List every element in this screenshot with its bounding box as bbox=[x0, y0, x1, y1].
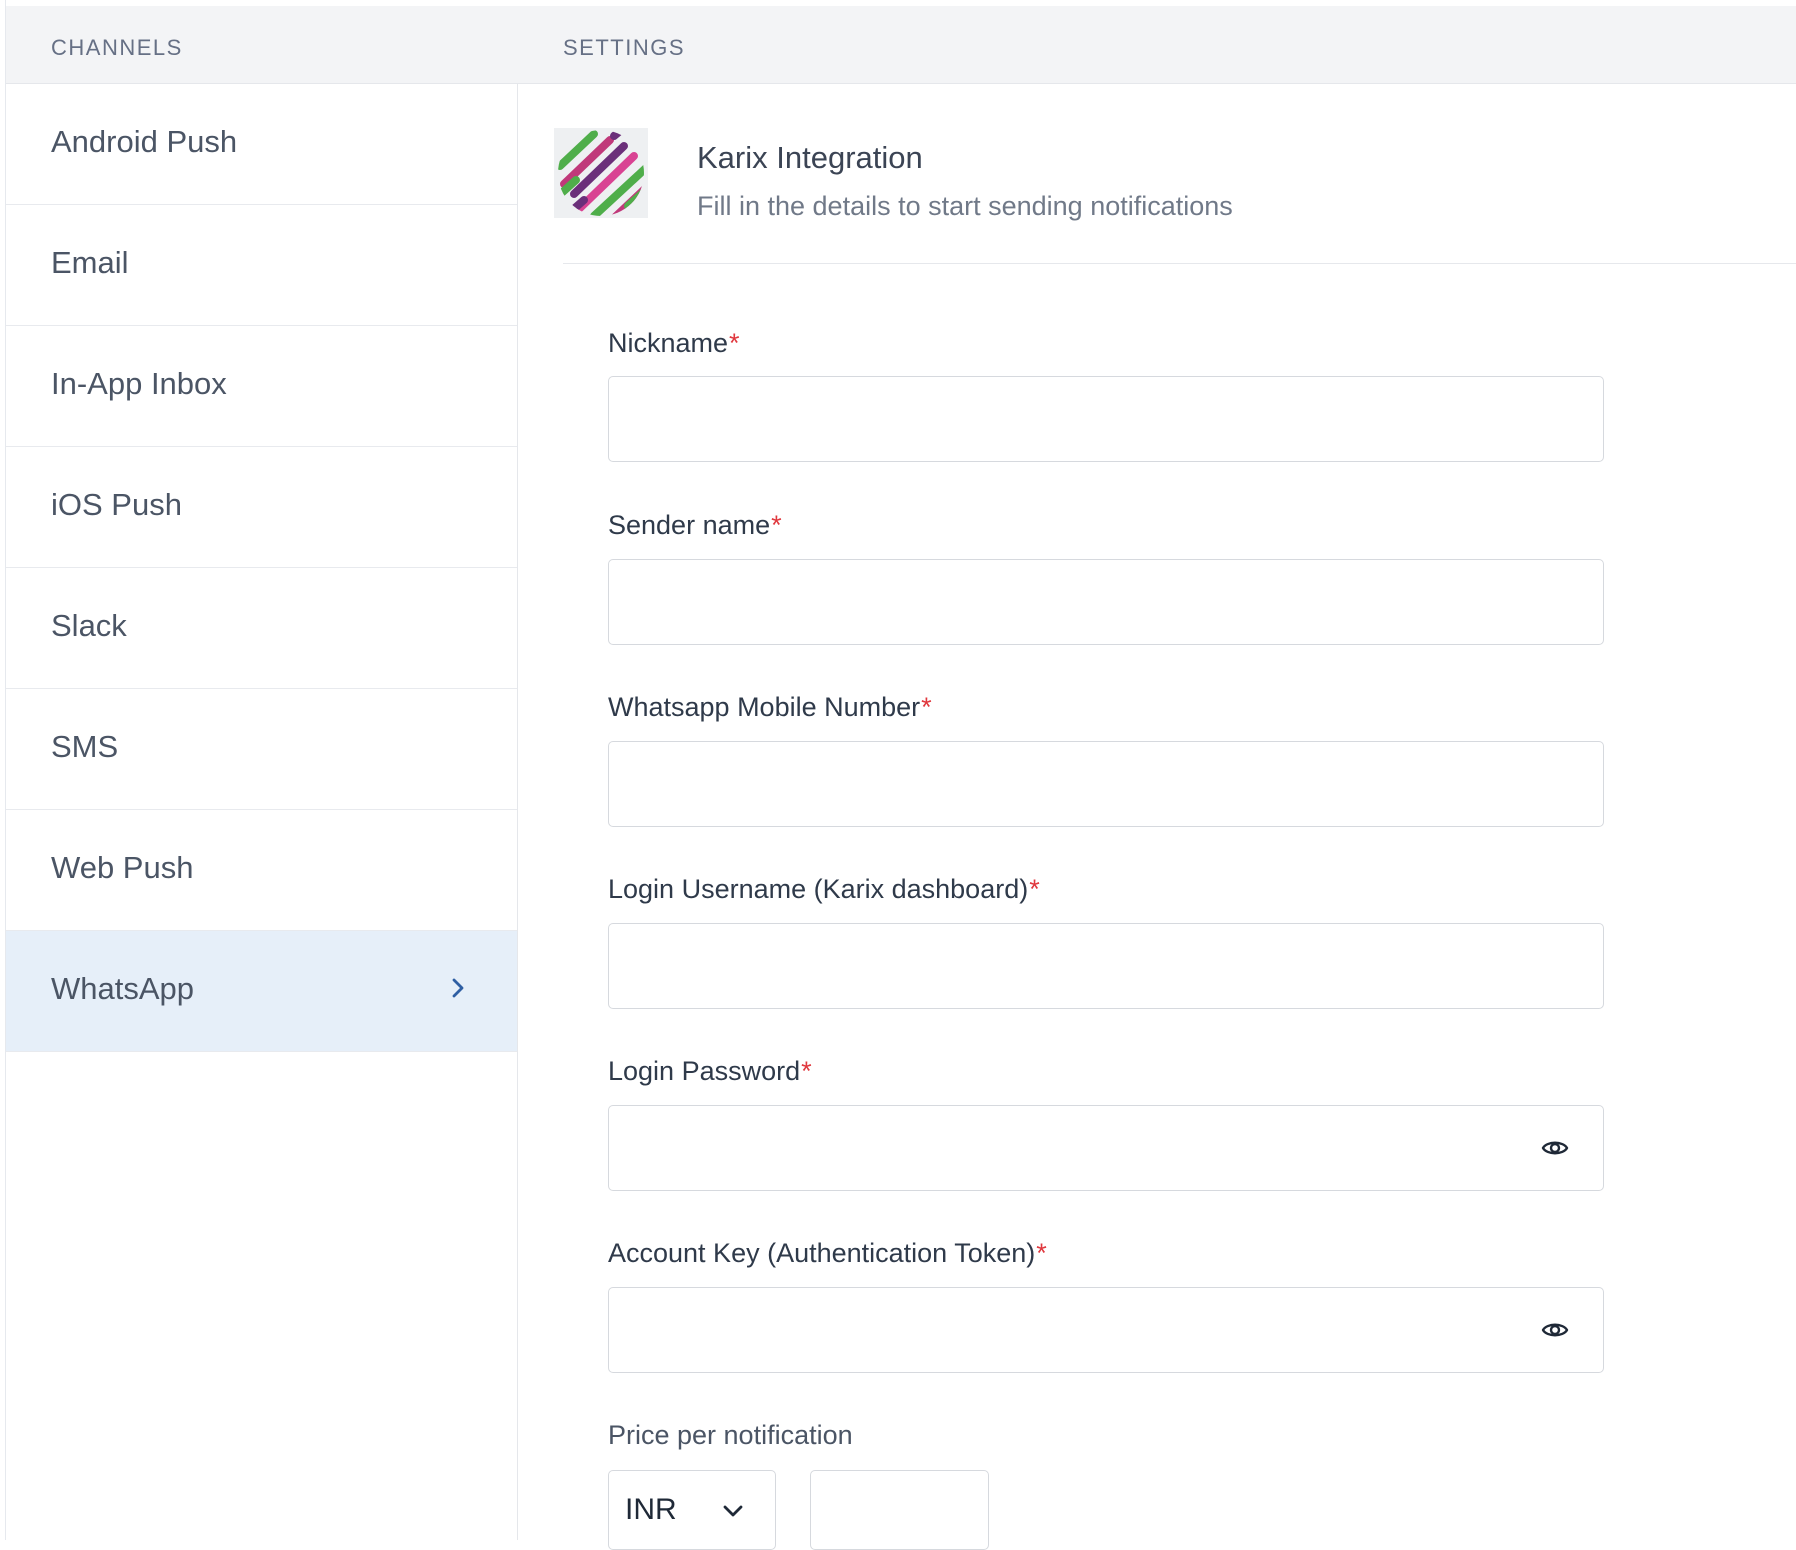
field-label-text: Login Password bbox=[608, 1056, 801, 1086]
sidebar-item-in-app-inbox[interactable]: In-App Inbox bbox=[6, 326, 517, 447]
price-per-notification-label: Price per notification bbox=[608, 1420, 853, 1450]
login-username-label: Login Username (Karix dashboard)* bbox=[608, 874, 1040, 905]
required-marker: * bbox=[1036, 1238, 1047, 1268]
column-header: CHANNELS SETTINGS bbox=[6, 6, 1796, 84]
channel-settings-app: CHANNELS SETTINGS Android Push Email In-… bbox=[5, 0, 1796, 1550]
channels-heading: CHANNELS bbox=[51, 35, 183, 60]
eye-icon[interactable] bbox=[1541, 1318, 1569, 1342]
header-divider bbox=[563, 263, 1796, 264]
sidebar-item-label: Android Push bbox=[51, 124, 238, 159]
sidebar-item-web-push[interactable]: Web Push bbox=[6, 810, 517, 931]
field-label-text: Sender name bbox=[608, 510, 771, 540]
sender-name-label: Sender name* bbox=[608, 510, 782, 541]
sidebar-item-label: Email bbox=[51, 245, 129, 280]
required-marker: * bbox=[729, 328, 740, 358]
sidebar-item-label: iOS Push bbox=[51, 487, 182, 522]
sidebar-item-ios-push[interactable]: iOS Push bbox=[6, 447, 517, 568]
price-field-box bbox=[810, 1470, 989, 1550]
settings-panel: Karix Integration Fill in the details to… bbox=[518, 84, 1796, 1550]
required-marker: * bbox=[771, 510, 782, 540]
field-label-text: Login Username (Karix dashboard) bbox=[608, 874, 1029, 904]
sidebar-item-email[interactable]: Email bbox=[6, 205, 517, 326]
chevron-right-icon bbox=[452, 978, 464, 998]
login-username-field-box bbox=[608, 923, 1604, 1009]
account-key-field-box bbox=[608, 1287, 1604, 1373]
account-key-input[interactable] bbox=[609, 1288, 1603, 1372]
sidebar-item-slack[interactable]: Slack bbox=[6, 568, 517, 689]
sidebar-item-label: Web Push bbox=[51, 850, 194, 885]
settings-heading: SETTINGS bbox=[563, 35, 686, 60]
nickname-label: Nickname* bbox=[608, 328, 740, 359]
whatsapp-number-input[interactable] bbox=[609, 742, 1603, 826]
nickname-field-box bbox=[608, 376, 1604, 462]
required-marker: * bbox=[801, 1056, 812, 1086]
chevron-down-icon bbox=[723, 1505, 743, 1517]
sender-name-field-box bbox=[608, 559, 1604, 645]
login-password-input[interactable] bbox=[609, 1106, 1603, 1190]
field-label-text: Nickname bbox=[608, 328, 729, 358]
sidebar-item-whatsapp[interactable]: WhatsApp bbox=[6, 931, 517, 1052]
login-password-label: Login Password* bbox=[608, 1056, 812, 1087]
required-marker: * bbox=[921, 692, 932, 722]
channels-sidebar: Android Push Email In-App Inbox iOS Push… bbox=[6, 84, 518, 1540]
eye-icon[interactable] bbox=[1541, 1136, 1569, 1160]
sender-name-input[interactable] bbox=[609, 560, 1603, 644]
nickname-input[interactable] bbox=[609, 377, 1603, 461]
currency-value: INR bbox=[625, 1493, 677, 1526]
required-marker: * bbox=[1029, 874, 1040, 904]
account-key-label: Account Key (Authentication Token)* bbox=[608, 1238, 1047, 1269]
integration-title: Karix Integration bbox=[697, 140, 923, 175]
field-label-text: Whatsapp Mobile Number bbox=[608, 692, 921, 722]
login-password-field-box bbox=[608, 1105, 1604, 1191]
sidebar-item-label: Slack bbox=[51, 608, 127, 643]
sidebar-item-label: In-App Inbox bbox=[51, 366, 227, 401]
sidebar-item-label: WhatsApp bbox=[51, 971, 195, 1006]
field-label-text: Account Key (Authentication Token) bbox=[608, 1238, 1036, 1268]
price-input[interactable] bbox=[811, 1471, 988, 1549]
sidebar-item-android-push[interactable]: Android Push bbox=[6, 84, 517, 205]
whatsapp-number-field-box bbox=[608, 741, 1604, 827]
sidebar-item-sms[interactable]: SMS bbox=[6, 689, 517, 810]
login-username-input[interactable] bbox=[609, 924, 1603, 1008]
whatsapp-number-label: Whatsapp Mobile Number* bbox=[608, 692, 932, 723]
karix-logo-icon bbox=[554, 128, 648, 218]
integration-subtitle: Fill in the details to start sending not… bbox=[697, 191, 1233, 221]
sidebar-item-label: SMS bbox=[51, 729, 119, 764]
currency-select[interactable]: INR bbox=[608, 1470, 776, 1550]
